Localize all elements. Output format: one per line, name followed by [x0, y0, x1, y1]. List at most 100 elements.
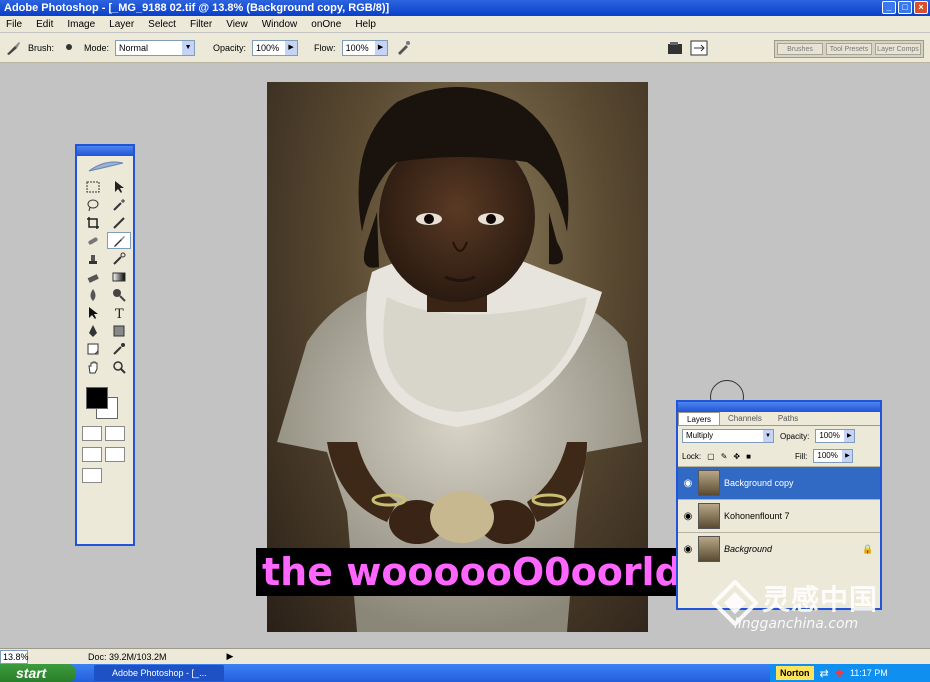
brush-tool-icon[interactable]: [4, 39, 22, 57]
layer-name: Background copy: [724, 478, 794, 488]
file-browser-icon[interactable]: [666, 39, 684, 57]
tab-layers[interactable]: Layers: [678, 412, 721, 425]
doc-size: Doc: 39.2M/103.2M: [88, 651, 167, 662]
menu-layer[interactable]: Layer: [109, 19, 134, 30]
lasso-tool-icon[interactable]: [81, 196, 105, 213]
lock-all-icon[interactable]: ■: [746, 452, 751, 461]
palette-toggle-icon[interactable]: [690, 39, 708, 57]
brush-label: Brush:: [28, 42, 55, 53]
fill-field[interactable]: 100% ▶: [813, 449, 854, 463]
tools-palette-header[interactable]: [77, 146, 133, 156]
arrow-right-icon: ▶: [844, 430, 855, 442]
menu-image[interactable]: Image: [67, 19, 95, 30]
gradient-tool-icon[interactable]: [107, 268, 131, 285]
arrow-right-icon: ▶: [285, 40, 298, 55]
move-tool-icon[interactable]: [107, 178, 131, 195]
lock-transparency-icon[interactable]: ▢: [707, 452, 715, 461]
opacity-value: 100%: [256, 42, 280, 53]
airbrush-icon[interactable]: [394, 39, 412, 57]
tab-channels[interactable]: Channels: [720, 412, 770, 425]
zoom-field[interactable]: 13.8%: [0, 649, 29, 664]
marquee-tool-icon[interactable]: [81, 178, 105, 195]
brush-tool-icon[interactable]: [107, 232, 131, 249]
brush-preset-picker[interactable]: [60, 39, 78, 57]
fill-label: Fill:: [794, 451, 808, 461]
layers-palette-header[interactable]: [678, 402, 880, 412]
screen-mode-full-button[interactable]: [105, 447, 125, 462]
pen-tool-icon[interactable]: [81, 322, 105, 339]
history-brush-icon[interactable]: [107, 250, 131, 267]
path-selection-icon[interactable]: [81, 304, 105, 321]
lock-position-icon[interactable]: ✥: [733, 452, 740, 461]
palette-well-layer-comps[interactable]: Layer Comps: [875, 43, 921, 55]
mode-select[interactable]: Normal ▼: [115, 39, 196, 56]
layers-palette-tabs: Layers Channels Paths: [678, 412, 880, 426]
eye-icon[interactable]: ◉: [678, 544, 698, 555]
menu-edit[interactable]: Edit: [36, 19, 53, 30]
palette-well-brushes[interactable]: Brushes: [777, 43, 823, 55]
status-menu-arrow-icon[interactable]: ▶: [227, 651, 234, 662]
palette-well-tool-presets[interactable]: Tool Presets: [826, 43, 872, 55]
eraser-tool-icon[interactable]: [81, 268, 105, 285]
blend-mode-select[interactable]: Multiply ▼: [682, 429, 774, 443]
type-tool-icon[interactable]: T: [107, 304, 131, 321]
menu-view[interactable]: View: [226, 19, 248, 30]
layer-opacity-field[interactable]: 100% ▶: [815, 429, 856, 443]
fill-value: 100%: [817, 451, 838, 460]
palette-well: Brushes Tool Presets Layer Comps: [774, 40, 924, 58]
close-button[interactable]: ×: [914, 1, 928, 14]
eye-icon[interactable]: ◉: [678, 511, 698, 522]
opacity-field[interactable]: 100% ▶: [252, 39, 299, 56]
lock-row: Lock: ▢ ✎ ✥ ■ Fill: 100% ▶: [678, 446, 880, 466]
maximize-button[interactable]: □: [898, 1, 912, 14]
flow-field[interactable]: 100% ▶: [341, 39, 388, 56]
healing-brush-icon[interactable]: [81, 232, 105, 249]
quick-mask-button[interactable]: [105, 426, 125, 441]
shape-tool-icon[interactable]: [107, 322, 131, 339]
svg-text:T: T: [115, 307, 124, 320]
layer-thumbnail: [698, 470, 720, 496]
eye-icon[interactable]: ◉: [678, 478, 698, 489]
status-bar: 13.8% Doc: 39.2M/103.2M ▶: [0, 648, 930, 664]
menu-select[interactable]: Select: [148, 19, 176, 30]
blur-tool-icon[interactable]: [81, 286, 105, 303]
crop-tool-icon[interactable]: [81, 214, 105, 231]
notes-tool-icon[interactable]: [81, 340, 105, 357]
tray-network-icon[interactable]: ⇄: [820, 667, 829, 680]
tab-paths[interactable]: Paths: [770, 412, 806, 425]
start-button[interactable]: start: [0, 664, 76, 682]
feather-logo-icon[interactable]: [77, 156, 133, 178]
menu-file[interactable]: File: [6, 19, 22, 30]
tray-security-icon[interactable]: ✚: [835, 667, 844, 680]
standard-mode-button[interactable]: [82, 426, 102, 441]
eyedropper-icon[interactable]: [107, 340, 131, 357]
slice-tool-icon[interactable]: [107, 214, 131, 231]
menu-onone[interactable]: onOne: [311, 19, 341, 30]
layer-thumbnail: [698, 503, 720, 529]
arrow-right-icon: ▶: [842, 450, 853, 462]
window-title-bar: Adobe Photoshop - [_MG_9188 02.tif @ 13.…: [0, 0, 930, 16]
screen-mode-standard-button[interactable]: [82, 447, 102, 462]
menu-window[interactable]: Window: [262, 19, 298, 30]
menu-help[interactable]: Help: [355, 19, 376, 30]
arrow-right-icon: ▶: [374, 40, 387, 55]
magic-wand-icon[interactable]: [107, 196, 131, 213]
zoom-tool-icon[interactable]: [107, 358, 131, 375]
layer-row-kohonenflount[interactable]: ◉ Kohonenflount 7: [678, 499, 880, 532]
menu-filter[interactable]: Filter: [190, 19, 212, 30]
system-tray: Norton ⇄ ✚ 11:17 PM: [770, 664, 930, 682]
norton-tray-button[interactable]: Norton: [776, 666, 814, 680]
layer-row-background-copy[interactable]: ◉ Background copy: [678, 466, 880, 499]
jump-to-imageready-button[interactable]: [82, 468, 102, 483]
lock-image-icon[interactable]: ✎: [721, 452, 728, 461]
hand-tool-icon[interactable]: [81, 358, 105, 375]
chevron-down-icon: ▼: [182, 40, 195, 55]
dodge-tool-icon[interactable]: [107, 286, 131, 303]
taskbar-item-photoshop[interactable]: Adobe Photoshop - [_...: [94, 665, 224, 681]
clone-stamp-icon[interactable]: [81, 250, 105, 267]
minimize-button[interactable]: _: [882, 1, 896, 14]
layer-row-background[interactable]: ◉ Background 🔒: [678, 532, 880, 565]
foreground-color-swatch[interactable]: [86, 387, 108, 409]
watermark-cn: 灵感中国: [762, 583, 879, 616]
tool-grid: T: [77, 178, 133, 375]
